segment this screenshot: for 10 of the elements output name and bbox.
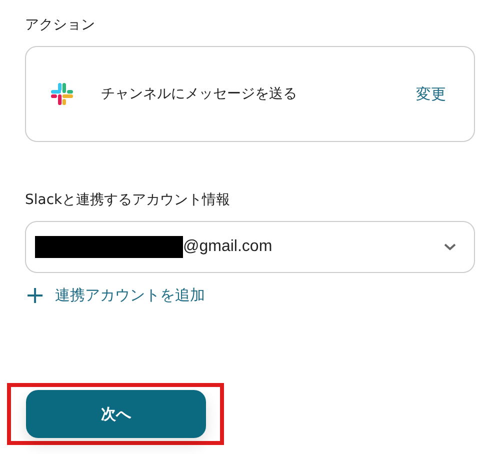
account-select[interactable]: @gmail.com — [25, 221, 475, 273]
chevron-down-icon — [444, 243, 456, 251]
next-button[interactable]: 次へ — [26, 390, 206, 438]
action-name: チャンネルにメッセージを送る — [101, 85, 298, 103]
section-label: アクション — [25, 16, 96, 35]
section-label: Slackと連携するアカウント情報 — [25, 191, 232, 210]
account-value: @gmail.com — [183, 238, 274, 256]
change-link[interactable]: 変更 — [416, 84, 446, 104]
add-account-link[interactable]: + 連携アカウントを追加 — [25, 285, 206, 305]
slack-logo-icon — [50, 82, 74, 106]
